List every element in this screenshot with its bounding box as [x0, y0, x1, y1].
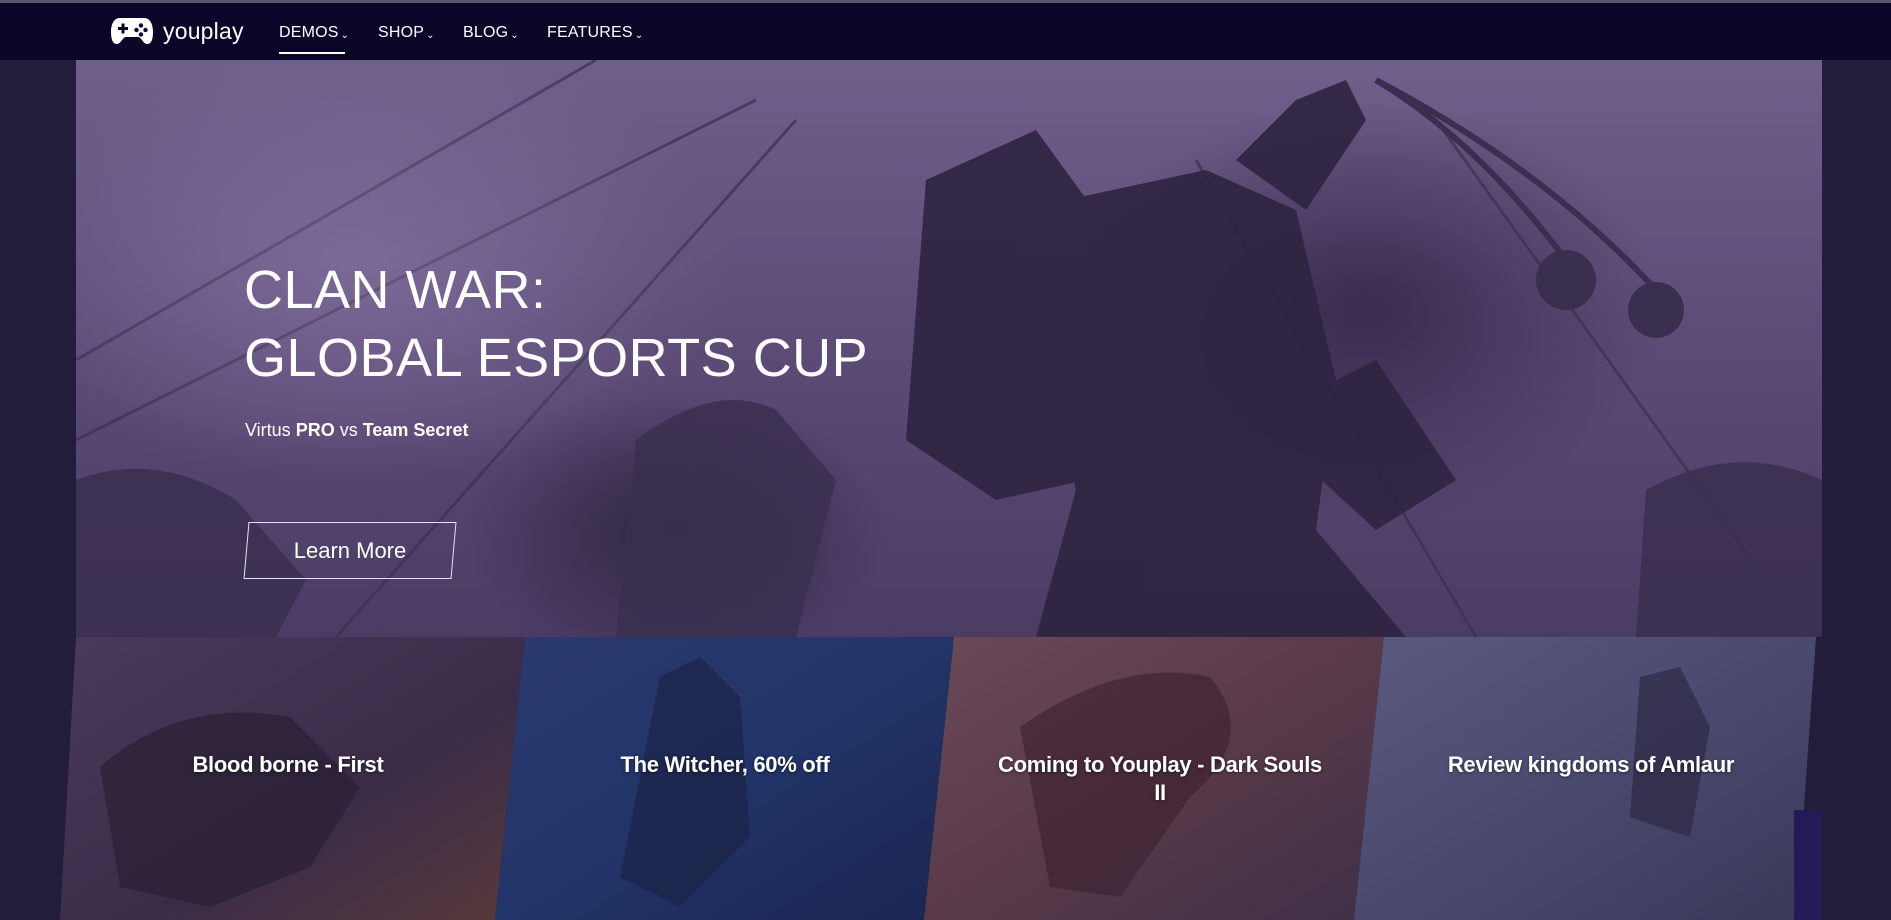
nav-item-label: DEMOS: [279, 24, 339, 41]
chevron-down-icon: ⌄: [340, 29, 350, 41]
featured-tiles: Blood borne - First The Witcher, 60% off…: [60, 637, 1822, 920]
learn-more-label: Learn More: [293, 537, 407, 563]
top-navbar: youplay DEMOS ⌄ SHOP ⌄ BLOG ⌄ FEATURES ⌄: [0, 3, 1891, 60]
brand-name: youplay: [163, 17, 244, 44]
nav-item-label: BLOG: [463, 24, 509, 41]
tile-blood-borne[interactable]: Blood borne - First: [60, 637, 525, 920]
team-one: PRO: [295, 420, 335, 440]
chevron-down-icon: ⌄: [426, 29, 435, 41]
hero-title-line2: GLOBAL ESPORTS CUP: [244, 328, 869, 388]
nav-item-shop[interactable]: SHOP ⌄: [378, 24, 435, 42]
hero-banner: CLAN WAR: GLOBAL ESPORTS CUP Virtus PRO …: [76, 60, 1822, 637]
hero-title: CLAN WAR: GLOBAL ESPORTS CUP: [244, 256, 868, 392]
team-two: Team Secret: [362, 420, 469, 440]
versus-text: vs: [334, 420, 363, 440]
chevron-down-icon: ⌄: [510, 29, 519, 41]
tile-title: Coming to Youplay - Dark Souls II: [998, 752, 1322, 805]
chevron-down-icon: ⌄: [634, 29, 644, 41]
hero-subtitle: Virtus PRO vs Team Secret: [245, 420, 468, 441]
tile-amlaur[interactable]: Review kingdoms of Amlaur: [1354, 637, 1816, 920]
nav-item-blog[interactable]: BLOG ⌄: [463, 24, 519, 42]
nav-item-label: FEATURES: [547, 24, 633, 41]
tile-title: Review kingdoms of Amlaur: [1447, 752, 1735, 777]
gamepad-icon: [111, 18, 153, 44]
hero-title-line1: CLAN WAR:: [244, 260, 547, 320]
scroll-accent: [1794, 810, 1822, 920]
nav-item-label: SHOP: [378, 24, 425, 41]
learn-more-button[interactable]: Learn More: [243, 522, 457, 579]
active-nav-indicator: [279, 52, 345, 54]
tile-title: The Witcher, 60% off: [620, 752, 830, 777]
tile-title: Blood borne - First: [192, 752, 384, 777]
subtitle-prefix: Virtus: [245, 420, 296, 440]
nav-item-features[interactable]: FEATURES ⌄: [547, 24, 643, 42]
brand-logo[interactable]: youplay: [110, 13, 244, 49]
tile-dark-souls[interactable]: Coming to Youplay - Dark Souls II: [924, 637, 1384, 920]
nav-item-demos[interactable]: DEMOS ⌄: [279, 24, 349, 42]
tile-witcher[interactable]: The Witcher, 60% off: [495, 637, 954, 920]
